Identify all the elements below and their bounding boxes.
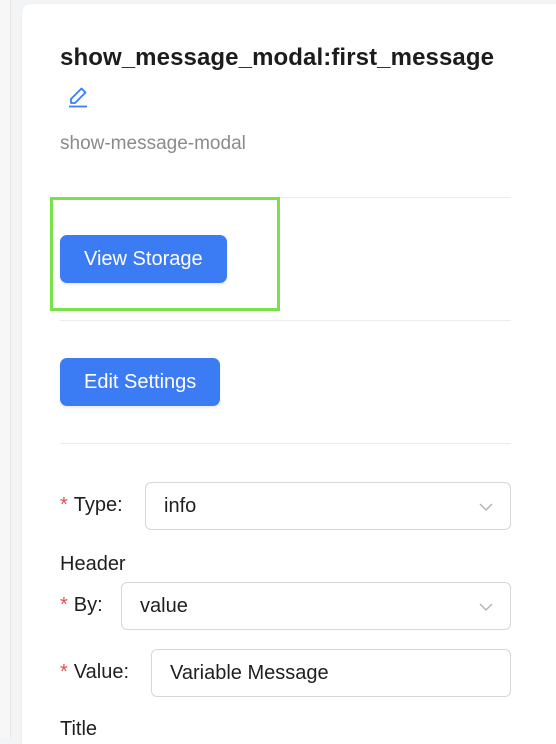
edit-pencil-icon[interactable]	[66, 84, 90, 108]
required-marker: *	[60, 494, 68, 516]
value-input[interactable]: Variable Message	[151, 649, 511, 697]
edit-settings-button[interactable]: Edit Settings	[60, 358, 221, 406]
chevron-down-icon	[479, 603, 493, 612]
required-marker: *	[60, 594, 68, 616]
by-label: * By:	[60, 594, 103, 616]
divider	[60, 443, 511, 444]
node-type-label: show-message-modal	[60, 133, 246, 154]
value-label: * Value:	[60, 661, 130, 683]
type-label: * Type:	[60, 494, 123, 516]
left-pane-edge	[0, 0, 11, 738]
type-select[interactable]: info	[145, 482, 511, 530]
divider	[60, 320, 511, 321]
header-section-label: Header	[60, 553, 126, 575]
highlight-box	[50, 197, 280, 311]
by-select[interactable]: value	[121, 582, 511, 630]
type-select-value: info	[164, 494, 197, 517]
chevron-down-icon	[479, 503, 493, 512]
by-select-value: value	[140, 594, 188, 617]
required-marker: *	[60, 661, 68, 683]
value-input-text: Variable Message	[170, 661, 329, 684]
node-title: show_message_modal:first_message	[60, 44, 495, 71]
